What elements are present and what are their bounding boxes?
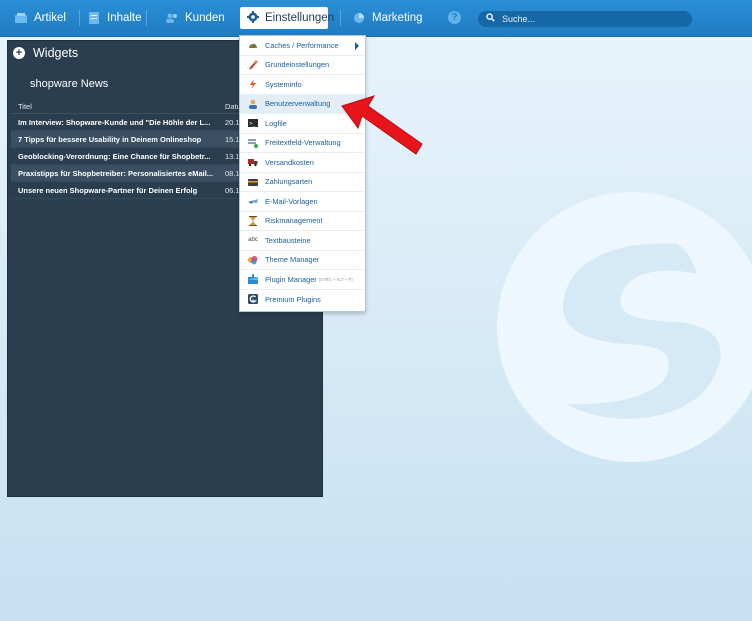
- nav-einstellungen[interactable]: Einstellungen: [240, 7, 334, 29]
- menu-item-caches-performance[interactable]: Caches / Performance: [240, 36, 365, 56]
- nav-inhalte-label: Inhalte: [107, 12, 142, 24]
- menu-item-label: Freitextfeld-Verwaltung: [265, 138, 341, 148]
- help-icon[interactable]: ?: [448, 11, 461, 24]
- credit-card-icon: [248, 177, 258, 187]
- nav-artikel[interactable]: Artikel: [14, 0, 66, 36]
- shopware-icon: [248, 294, 258, 305]
- nav-separator: [79, 10, 80, 26]
- nav-separator: [146, 10, 147, 26]
- news-row-title: Geoblocking-Verordnung: Eine Chance für …: [18, 151, 211, 161]
- keyboard-shortcut-hint: (STRG + ALT + P): [318, 276, 353, 282]
- shopware-logo: [497, 192, 752, 462]
- menu-item-theme-manager[interactable]: Theme Manager: [240, 251, 365, 270]
- settings-dropdown-menu: Caches / Performance Grundeinstellungen …: [239, 35, 366, 312]
- email-icon: [248, 196, 258, 206]
- terminal-icon: >_: [248, 118, 258, 128]
- menu-item-label: Riskmanagement: [265, 216, 323, 226]
- menu-item-label: E-Mail-Vorlagen: [265, 196, 318, 206]
- customers-icon: [165, 11, 179, 25]
- marketing-icon: [352, 11, 366, 25]
- svg-text:>_: >_: [250, 121, 257, 127]
- content-icon: [87, 11, 101, 25]
- nav-marketing[interactable]: Marketing: [352, 0, 423, 36]
- user-icon: [248, 99, 258, 109]
- search-icon: [486, 13, 495, 25]
- nav-artikel-label: Artikel: [34, 12, 66, 24]
- submenu-arrow-icon: [355, 42, 359, 50]
- menu-item-email-vorlagen[interactable]: E-Mail-Vorlagen: [240, 192, 365, 212]
- news-row-title: 7 Tipps für bessere Usability in Deinem …: [18, 134, 202, 144]
- news-row-title: Unsere neuen Shopware-Partner für Deinen…: [18, 185, 198, 195]
- menu-item-label: Benutzerverwaltung: [265, 99, 331, 109]
- nav-inhalte[interactable]: Inhalte: [87, 0, 142, 36]
- menu-item-grundeinstellungen[interactable]: Grundeinstellungen: [240, 56, 365, 75]
- lightning-icon: [248, 79, 258, 90]
- menu-item-label: Zahlungsarten: [265, 177, 313, 187]
- menu-item-label: Versandkosten: [265, 157, 314, 167]
- menu-item-zahlungsarten[interactable]: Zahlungsarten: [240, 173, 365, 192]
- menu-item-label: Plugin Manager: [265, 274, 317, 284]
- search-input[interactable]: [500, 13, 684, 25]
- news-row-title: Praxistipps für Shopbetreiber: Personali…: [18, 168, 214, 178]
- article-icon: [14, 11, 28, 25]
- menu-item-premium-plugins[interactable]: Premium Plugins: [240, 290, 365, 310]
- help-glyph: ?: [451, 12, 458, 23]
- menu-item-label: Grundeinstellungen: [265, 60, 330, 70]
- search-box[interactable]: [478, 11, 692, 27]
- menu-item-riskmanagement[interactable]: Riskmanagement: [240, 212, 365, 231]
- top-navigation-bar: Artikel Inhalte Kunden Einstellungen Mar…: [0, 0, 752, 37]
- nav-kunden-label: Kunden: [185, 12, 225, 24]
- nav-marketing-label: Marketing: [372, 12, 423, 24]
- widgets-title: Widgets: [33, 46, 79, 60]
- hourglass-icon: [248, 215, 258, 226]
- menu-item-textbausteine[interactable]: abc Textbausteine: [240, 231, 365, 251]
- menu-item-systeminfo[interactable]: Systeminfo: [240, 75, 365, 95]
- nav-einstellungen-label: Einstellungen: [265, 12, 335, 24]
- nav-kunden[interactable]: Kunden: [165, 0, 225, 36]
- news-widget-title: shopware News: [30, 78, 109, 90]
- news-row-title: Im Interview: Shopware-Kunde und "Die Hö…: [18, 117, 211, 127]
- menu-item-label: Textbausteine: [265, 235, 311, 245]
- menu-item-label: Systeminfo: [265, 79, 302, 89]
- puzzle-icon: [248, 274, 258, 285]
- nav-separator: [340, 10, 341, 26]
- palette-icon: [248, 255, 258, 265]
- wrench-icon: [248, 60, 258, 70]
- speedometer-icon: [248, 40, 258, 50]
- truck-icon: [248, 157, 258, 167]
- menu-item-label: Caches / Performance: [265, 40, 339, 50]
- add-widget-icon[interactable]: +: [13, 47, 25, 59]
- menu-item-label: Premium Plugins: [265, 294, 321, 304]
- textfield-icon: [248, 138, 258, 148]
- column-header-title[interactable]: Titel: [11, 102, 222, 111]
- menu-item-label: Theme Manager: [265, 255, 320, 265]
- menu-item-plugin-manager[interactable]: Plugin Manager (STRG + ALT + P): [240, 270, 365, 290]
- red-pointer-arrow-icon: [341, 95, 423, 155]
- abc-icon: abc: [248, 237, 258, 244]
- menu-item-label: Logfile: [265, 118, 287, 128]
- gear-icon: [247, 10, 259, 26]
